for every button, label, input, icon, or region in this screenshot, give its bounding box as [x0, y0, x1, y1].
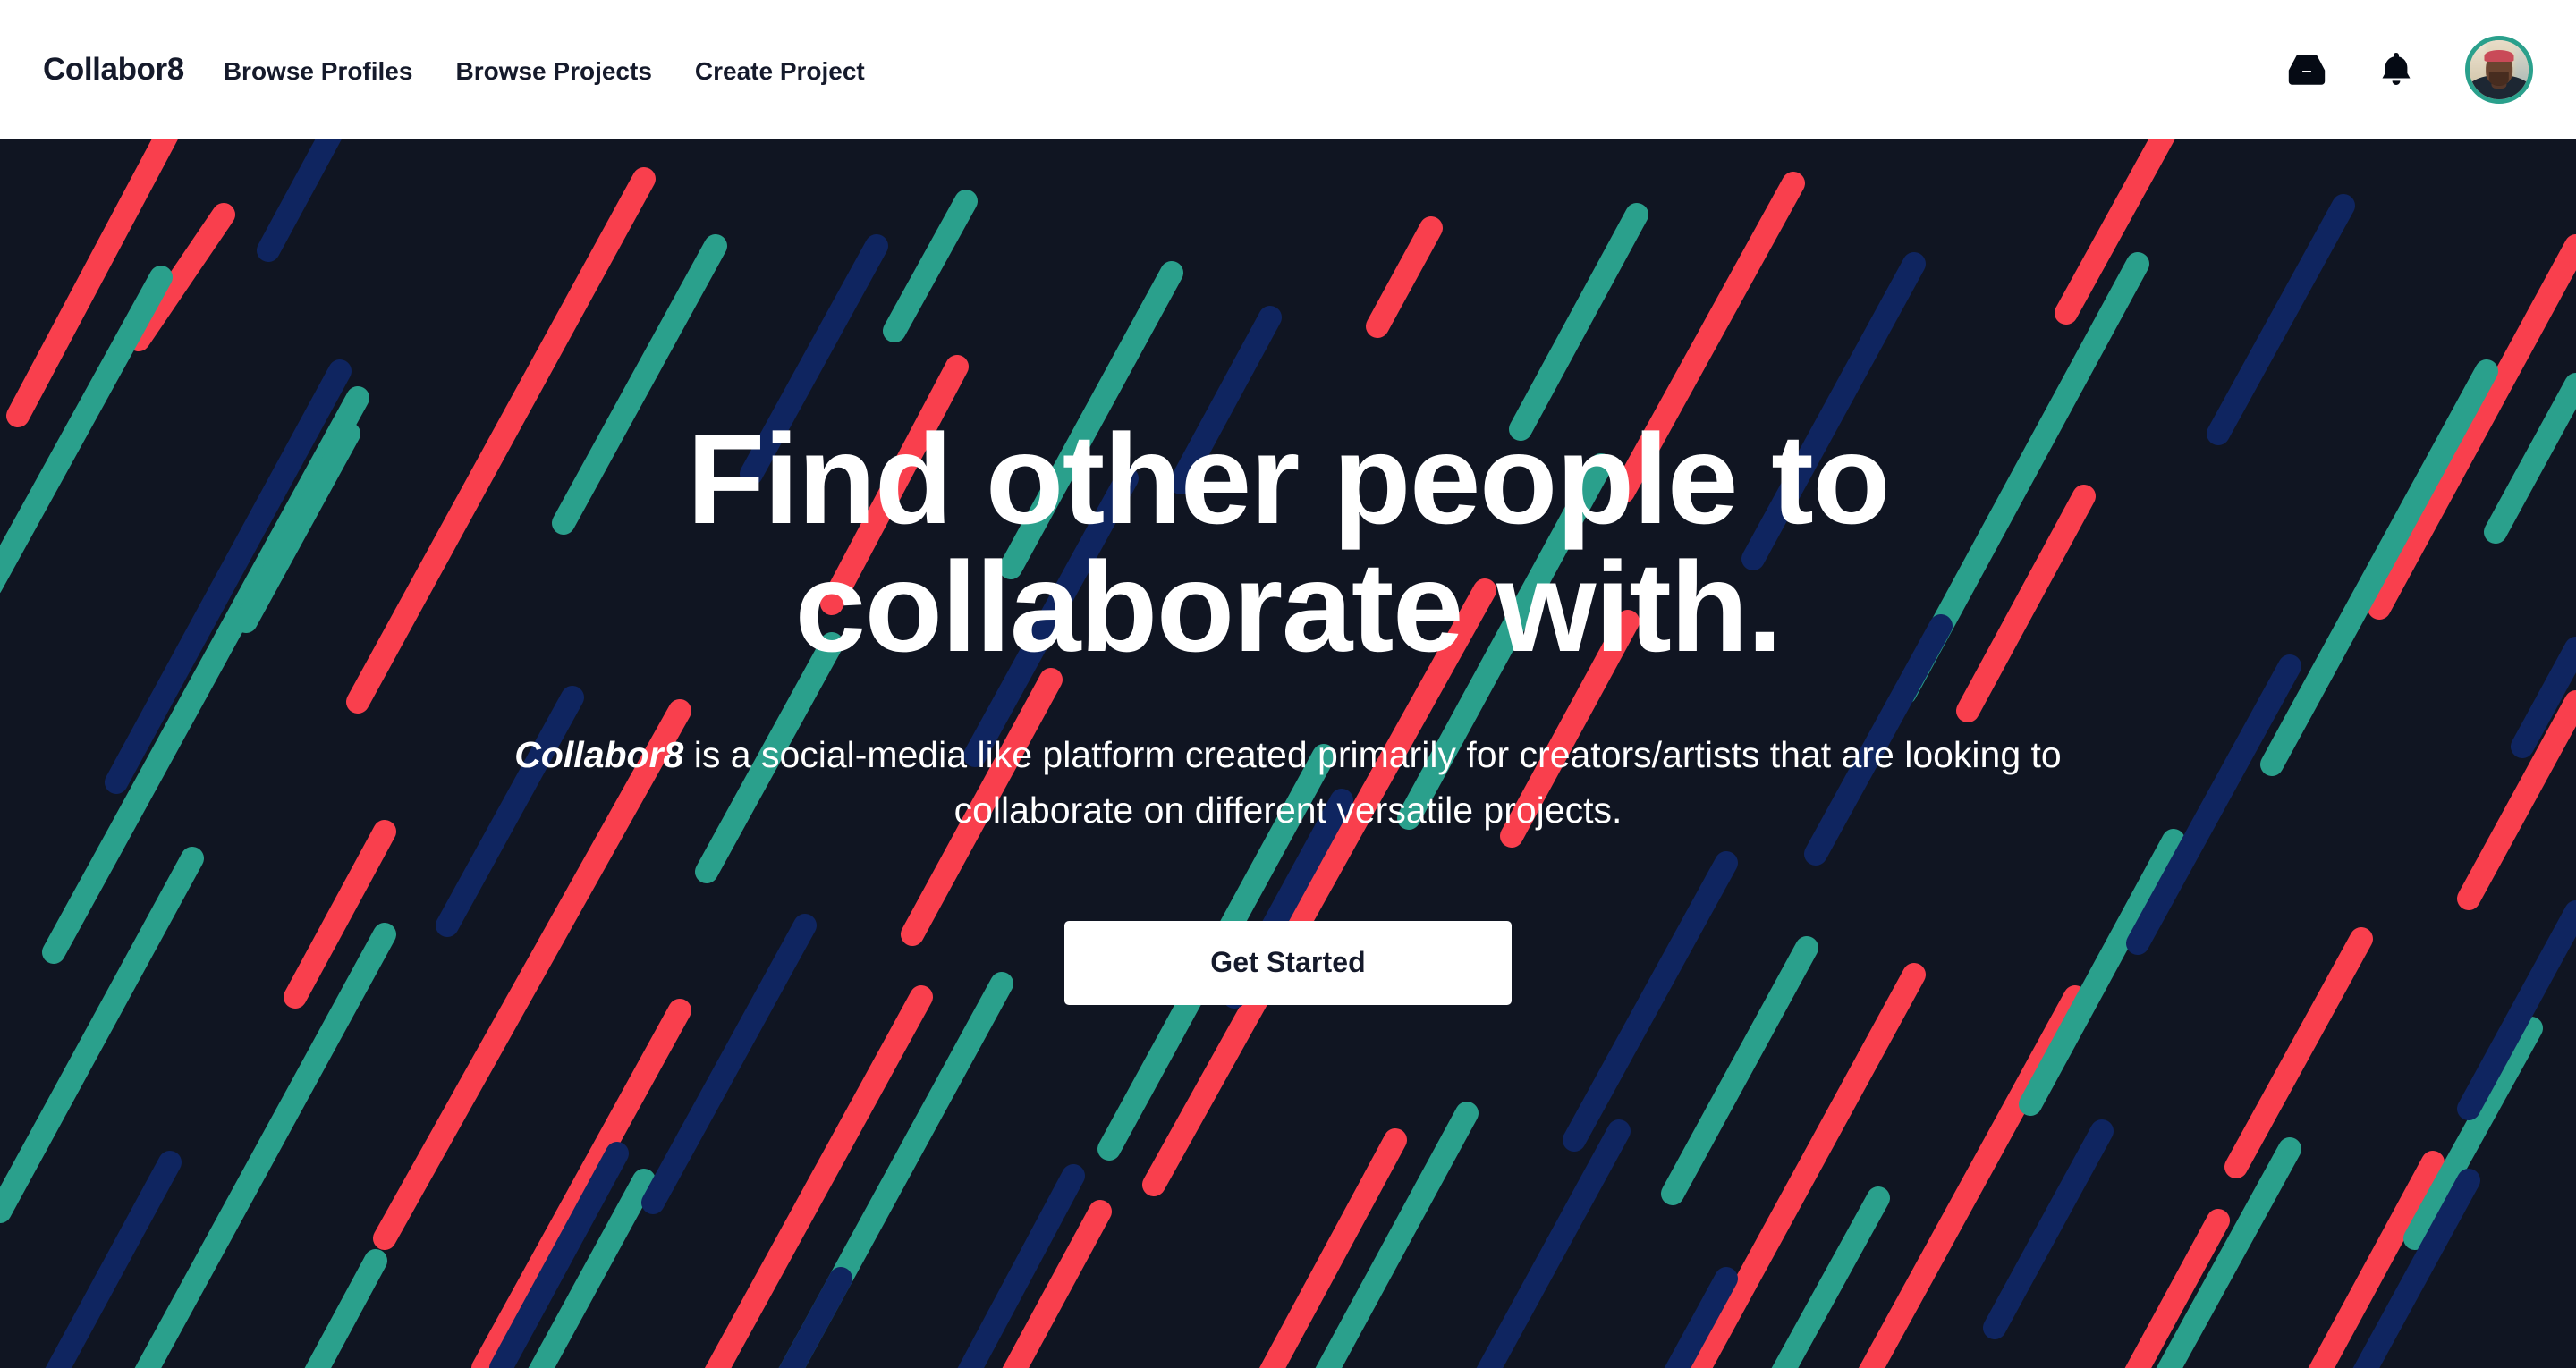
- hero-section: Find other people to collaborate with. C…: [0, 139, 2576, 1368]
- hero-title: Find other people to collaborate with.: [686, 409, 1891, 679]
- avatar-hair: [2484, 49, 2514, 62]
- nav-link-browse-projects[interactable]: Browse Projects: [455, 57, 651, 86]
- nav-link-browse-profiles[interactable]: Browse Profiles: [224, 57, 413, 86]
- brand-logo[interactable]: Collabor8: [43, 52, 184, 88]
- inbox-icon[interactable]: [2286, 49, 2327, 90]
- avatar[interactable]: [2465, 35, 2533, 104]
- hero-content: Find other people to collaborate with. C…: [0, 139, 2576, 1368]
- avatar-beard: [2488, 72, 2510, 86]
- hero-subtitle-brand: Collabor8: [514, 734, 684, 775]
- top-navigation-bar: Collabor8 Browse Profiles Browse Project…: [0, 0, 2576, 139]
- nav-link-create-project[interactable]: Create Project: [695, 57, 865, 86]
- hero-subtitle-rest: is a social-media like platform created …: [683, 734, 2062, 832]
- nav-links-group: Browse Profiles Browse Projects Create P…: [224, 57, 865, 86]
- nav-left-group: Collabor8 Browse Profiles Browse Project…: [0, 52, 865, 88]
- hero-subtitle: Collabor8 is a social-media like platfor…: [470, 727, 2106, 839]
- page-root: Collabor8 Browse Profiles Browse Project…: [0, 0, 2576, 1368]
- nav-right-group: [2286, 0, 2533, 139]
- bell-icon[interactable]: [2376, 49, 2417, 90]
- cta-wrapper: Get Started: [0, 920, 2576, 1005]
- get-started-button[interactable]: Get Started: [1064, 920, 1512, 1005]
